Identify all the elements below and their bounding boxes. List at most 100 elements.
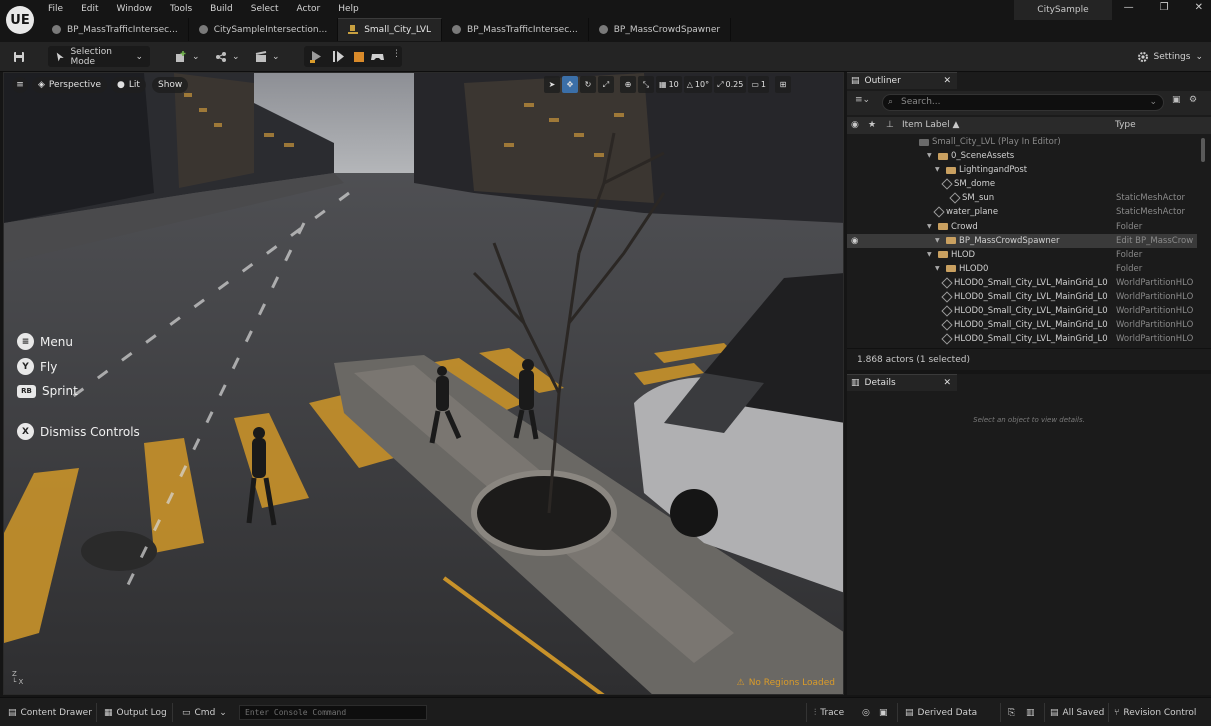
camera-speed-button[interactable]: ▭ 1	[748, 76, 769, 93]
outliner-row[interactable]: HLOD0_Small_City_LVL_MainGrid_L0 WorldPar…	[847, 318, 1197, 332]
visibility-eye-icon[interactable]: ◉	[851, 234, 858, 248]
outliner-row[interactable]: ▼ Crowd Folder	[847, 220, 1197, 234]
expand-arrow-icon[interactable]: ▼	[935, 262, 943, 276]
static-mesh-icon	[949, 192, 961, 205]
screenshot-icon[interactable]: ▣	[879, 705, 888, 720]
add-folder-icon[interactable]: ▣	[1172, 95, 1181, 105]
expand-arrow-icon[interactable]: ▼	[927, 149, 935, 163]
outliner-row[interactable]: ▼ 0_SceneAssets	[847, 149, 1197, 163]
selection-mode-dropdown[interactable]: Selection Mode ⌄	[48, 46, 150, 67]
unreal-logo-icon[interactable]: UE	[6, 6, 34, 34]
expand-arrow-icon[interactable]: ▼	[927, 248, 935, 262]
save-button[interactable]	[6, 46, 32, 67]
output-log-button[interactable]: ▦ Output Log	[104, 705, 167, 720]
rotation-snap-value: 10°	[694, 80, 710, 89]
outliner-row[interactable]: ▼ HLOD0 Folder	[847, 262, 1197, 276]
rotate-tool-icon[interactable]: ↻	[580, 76, 596, 93]
chevron-down-icon[interactable]: ⌄	[1149, 95, 1157, 110]
angle-icon: △	[686, 80, 693, 89]
cinematics-button[interactable]: ⌄	[248, 46, 287, 67]
menu-item-select[interactable]: Select	[251, 2, 288, 16]
tab-document[interactable]: CitySampleIntersection...	[189, 18, 339, 41]
rotation-snap-button[interactable]: △ 10°	[683, 76, 713, 93]
more-options-icon[interactable]: ⋮	[392, 49, 401, 59]
details-tab[interactable]: ▥ Details ✕	[847, 374, 957, 391]
menu-item-edit[interactable]: Edit	[81, 2, 107, 16]
perspective-dropdown[interactable]: ◈ Perspective	[32, 77, 108, 93]
outliner-tab[interactable]: ▤ Outliner ✕	[847, 72, 957, 89]
expand-arrow-icon[interactable]: ▼	[927, 220, 935, 234]
maximize-icon[interactable]: ❐	[1160, 2, 1169, 13]
viewport-menu-button[interactable]: ≡	[12, 77, 28, 93]
outliner-row[interactable]: HLOD0_Small_City_LVL_MainGrid_L0 WorldPar…	[847, 332, 1197, 345]
revision-control-button[interactable]: ⑂ Revision Control	[1114, 705, 1196, 720]
console-command-input[interactable]: Enter Console Command	[239, 705, 427, 720]
translate-tool-icon[interactable]: ✥	[562, 76, 578, 93]
play-in-editor-icon[interactable]	[309, 49, 324, 64]
expand-arrow-icon[interactable]: ▼	[935, 163, 943, 177]
scale-snap-button[interactable]: ⤢ 0.25	[714, 76, 747, 93]
outliner-row[interactable]: ▼ LightingandPost	[847, 163, 1197, 177]
gear-icon[interactable]: ⚙	[1189, 95, 1197, 105]
tab-document[interactable]: BP_MassTrafficIntersec...	[442, 18, 589, 41]
source-control-icon[interactable]: ⎘	[1008, 705, 1015, 720]
details-icon: ▥	[851, 378, 860, 388]
favorite-column-icon[interactable]: ★	[868, 120, 876, 130]
menu-item-tools[interactable]: Tools	[170, 2, 201, 16]
tab-document[interactable]: BP_MassTrafficIntersec...	[42, 18, 189, 41]
menu-item-actor[interactable]: Actor	[297, 2, 330, 16]
outliner-row[interactable]: ▼ HLOD Folder	[847, 248, 1197, 262]
world-space-icon[interactable]: ⊕	[620, 76, 636, 93]
viewport-layout-icon[interactable]: ⊞	[774, 76, 791, 93]
blueprint-button[interactable]: ⌄	[208, 46, 247, 67]
tab-document[interactable]: BP_MassCrowdSpawner	[589, 18, 732, 41]
possess-gamepad-icon[interactable]	[370, 49, 385, 64]
derived-data-button[interactable]: ▤ Derived Data	[905, 705, 977, 720]
outliner-scrollbar[interactable]	[1201, 138, 1205, 162]
tab-document[interactable]: Small_City_LVL	[338, 18, 443, 41]
show-dropdown[interactable]: Show	[152, 77, 189, 93]
settings-button[interactable]: Settings ⌄	[1137, 47, 1203, 66]
menu-item-help[interactable]: Help	[338, 2, 368, 16]
item-label-column[interactable]: Item Label ▲	[902, 120, 959, 130]
close-icon[interactable]: ✕	[943, 378, 951, 388]
outliner-row[interactable]: HLOD0_Small_City_LVL_MainGrid_L0 WorldPar…	[847, 304, 1197, 318]
outliner-item-label: LightingandPost	[959, 165, 1028, 176]
outliner-row[interactable]: ◉ ▼ BP_MassCrowdSpawner Edit BP_MassCrow	[847, 233, 1197, 248]
content-drawer-button[interactable]: ▤ Content Drawer	[8, 705, 92, 720]
grid-snap-button[interactable]: ▦ 10	[656, 76, 682, 93]
minimize-icon[interactable]: —	[1124, 2, 1134, 13]
outliner-item: ▼ HLOD	[927, 248, 975, 262]
select-tool-icon[interactable]: ➤	[544, 76, 560, 93]
pin-column-icon[interactable]: ⊥	[886, 120, 894, 130]
all-saved-button[interactable]: ▤ All Saved	[1050, 705, 1104, 720]
outliner-item-label: HLOD0_Small_City_LVL_MainGrid_L0	[954, 277, 1108, 288]
outliner-row[interactable]: SM_sun StaticMeshActor	[847, 191, 1197, 205]
filter-icon[interactable]: ≡⌄	[855, 95, 870, 105]
menu-item-window[interactable]: Window	[117, 2, 162, 16]
menu-item-build[interactable]: Build	[210, 2, 242, 16]
type-column[interactable]: Type	[1115, 120, 1136, 130]
scale-tool-icon[interactable]: ⤢	[598, 76, 614, 93]
advance-frame-icon[interactable]	[331, 49, 346, 64]
surface-snap-icon[interactable]: ⤡	[638, 76, 654, 93]
menu-item-file[interactable]: File	[48, 2, 72, 16]
outliner-row[interactable]: HLOD0_Small_City_LVL_MainGrid_L0 WorldPar…	[847, 276, 1197, 290]
outliner-row[interactable]: SM_dome	[847, 177, 1197, 191]
add-actor-button[interactable]: ⌄	[168, 46, 207, 67]
outliner-row[interactable]: Small_City_LVL (Play In Editor)	[847, 135, 1197, 149]
outliner-search-input[interactable]: ⌕ Search... ⌄	[882, 94, 1164, 111]
outliner-row[interactable]: HLOD0_Small_City_LVL_MainGrid_L0 WorldPar…	[847, 290, 1197, 304]
visibility-column-icon[interactable]: ◉	[851, 120, 859, 130]
expand-arrow-icon[interactable]: ▼	[935, 234, 943, 248]
close-icon[interactable]: ✕	[943, 76, 951, 86]
view-mode-dropdown[interactable]: ● Lit	[111, 77, 146, 93]
cmd-dropdown[interactable]: ▭ Cmd ⌄	[182, 705, 227, 720]
outliner-row[interactable]: water_plane StaticMeshActor	[847, 205, 1197, 219]
content-icon[interactable]: ▥	[1026, 705, 1035, 720]
record-trace-icon[interactable]: ◎	[862, 705, 870, 720]
level-viewport[interactable]: ≡ ◈ Perspective ● Lit Show ➤ ✥ ↻ ⤢ ⊕ ⤡ ▦…	[3, 72, 844, 695]
close-icon[interactable]: ✕	[1195, 2, 1203, 13]
stop-icon[interactable]	[351, 49, 366, 64]
trace-button[interactable]: ⫶ Trace	[814, 705, 844, 720]
